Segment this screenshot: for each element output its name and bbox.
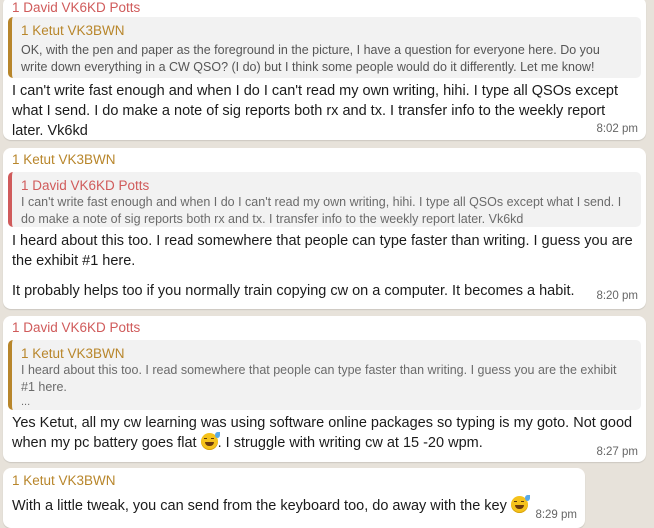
quoted-text: I heard about this too. I read somewhere… <box>21 363 617 394</box>
message-bubble[interactable]: 1 David VK6KD Potts 1 Ketut VK3BWN OK, w… <box>3 0 646 140</box>
message-text: With a little tweak, you can send from t… <box>12 495 573 516</box>
message-timestamp: 8:29 pm <box>535 509 577 521</box>
message-timestamp: 8:20 pm <box>596 290 638 302</box>
message-timestamp: 8:27 pm <box>596 446 638 458</box>
quoted-message[interactable]: 1 Ketut VK3BWN OK, with the pen and pape… <box>8 17 641 78</box>
grinning-sweat-emoji-icon <box>200 432 220 450</box>
message-sender[interactable]: 1 Ketut VK3BWN <box>12 473 116 489</box>
message-bubble[interactable]: 1 David VK6KD Potts 1 Ketut VK3BWN I hea… <box>3 316 646 462</box>
message-text: I can't write fast enough and when I do … <box>12 83 618 139</box>
quoted-text: I can't write fast enough and when I do … <box>21 195 622 226</box>
message-text: Yes Ketut, all my cw learning was using … <box>12 413 634 453</box>
quoted-text: OK, with the pen and paper as the foregr… <box>21 43 600 74</box>
message-sender[interactable]: 1 David VK6KD Potts <box>12 320 140 336</box>
quoted-sender: 1 Ketut VK3BWN <box>21 23 125 38</box>
quoted-sender: 1 Ketut VK3BWN <box>21 346 125 361</box>
quoted-message[interactable]: 1 David VK6KD Potts I can't write fast e… <box>8 172 641 227</box>
message-timestamp: 8:02 pm <box>596 123 638 135</box>
grinning-sweat-emoji-icon <box>510 495 530 513</box>
message-bubble[interactable]: 1 Ketut VK3BWN 1 David VK6KD Potts I can… <box>3 148 646 309</box>
message-text: It probably helps too if you normally tr… <box>12 283 575 299</box>
quoted-sender: 1 David VK6KD Potts <box>21 178 150 193</box>
quoted-message[interactable]: 1 Ketut VK3BWN I heard about this too. I… <box>8 340 641 410</box>
message-sender[interactable]: 1 David VK6KD Potts <box>12 0 140 16</box>
message-text: I heard about this too. I read somewhere… <box>12 233 633 269</box>
message-text-part: With a little tweak, you can send from t… <box>12 498 507 514</box>
message-bubble[interactable]: 1 Ketut VK3BWN With a little tweak, you … <box>3 468 585 528</box>
message-sender[interactable]: 1 Ketut VK3BWN <box>12 152 116 168</box>
message-text-part: . I struggle with writing cw at 15 -20 w… <box>217 435 483 451</box>
chat-view: 1 David VK6KD Potts 1 Ketut VK3BWN OK, w… <box>0 0 654 528</box>
quote-ellipsis: ... <box>21 396 31 408</box>
